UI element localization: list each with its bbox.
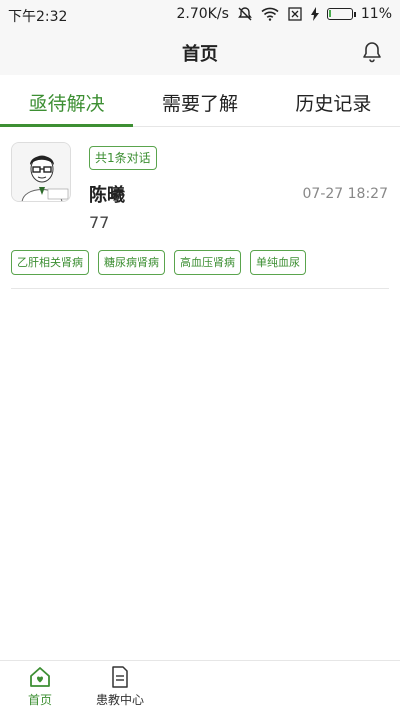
tag-isolated-hematuria: 单纯血尿 [250, 250, 306, 275]
status-time: 下午2:32 [8, 9, 68, 25]
charging-icon [310, 7, 319, 21]
avatar[interactable] [11, 142, 71, 202]
conversation-count-badge: 共1条对话 [89, 146, 157, 170]
nav-patient-education-label: 患教中心 [95, 693, 144, 707]
no-sim-icon [287, 6, 303, 22]
disease-tags: 乙肝相关肾病 糖尿病肾病 高血压肾病 单纯血尿 [11, 250, 306, 275]
document-icon [108, 665, 132, 689]
battery-fill [328, 10, 331, 17]
tab-bar: 亟待解决 需要了解 历史记录 [0, 75, 400, 127]
nav-patient-education[interactable]: 患教中心 [80, 665, 160, 708]
top-header: 首页 [0, 30, 400, 75]
patient-name: 陈曦 [89, 185, 125, 206]
status-right: 2.70K/s 11% [177, 6, 393, 22]
battery-percent: 11% [360, 6, 392, 22]
message-datetime: 07-27 18:27 [302, 186, 388, 202]
conversation-card[interactable]: 共1条对话 陈曦 07-27 18:27 77 乙肝相关肾病 糖尿病肾病 高血压… [0, 128, 400, 289]
bottom-nav: 首页 患教中心 [0, 660, 400, 711]
wifi-icon [261, 7, 279, 21]
tab-history[interactable]: 历史记录 [267, 75, 400, 126]
tag-diabetic-nephropathy: 糖尿病肾病 [98, 250, 165, 275]
tab-urgent[interactable]: 亟待解决 [0, 75, 134, 127]
page-title: 首页 [182, 44, 218, 65]
nav-home-label: 首页 [27, 693, 52, 707]
tag-hypertensive-nephropathy: 高血压肾病 [174, 250, 241, 275]
mute-icon [237, 6, 253, 22]
bell-icon[interactable] [360, 40, 384, 64]
tag-hbv-nephropathy: 乙肝相关肾病 [11, 250, 89, 275]
status-bar: 下午2:32 2.70K/s 11% [0, 0, 400, 30]
nav-home[interactable]: 首页 [0, 665, 80, 708]
network-speed: 2.70K/s [176, 6, 229, 22]
card-divider [11, 288, 389, 289]
home-heart-icon [28, 665, 52, 689]
tab-need-to-know[interactable]: 需要了解 [133, 75, 266, 126]
message-preview: 77 [89, 213, 110, 232]
battery-icon [326, 8, 356, 20]
